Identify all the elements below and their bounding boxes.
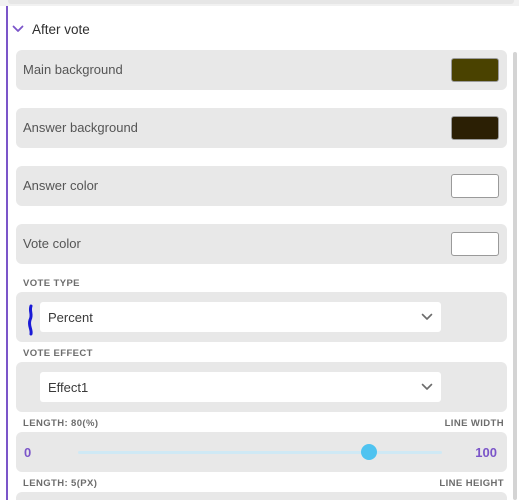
vote-color-picker[interactable] <box>451 232 499 256</box>
scrollbar[interactable] <box>513 52 517 500</box>
length-px-row <box>16 492 507 500</box>
section-toggle[interactable]: After vote <box>12 18 90 40</box>
main-background-row: Main background <box>16 50 507 90</box>
section-title: After vote <box>32 21 90 37</box>
length-slider-row: 0 100 <box>16 432 507 472</box>
vote-color-row: Vote color <box>16 224 507 264</box>
line-height-caption: LINE HEIGHT <box>439 478 504 489</box>
annotation-scribble <box>27 304 33 336</box>
slider-min-value: 0 <box>24 445 32 460</box>
vote-color-label: Vote color <box>23 236 81 251</box>
previous-section-edge <box>0 0 519 6</box>
previous-section-panel <box>8 0 514 4</box>
vote-type-row: Percent <box>16 292 507 342</box>
length-slider-track[interactable] <box>78 444 442 460</box>
line-width-caption: LINE WIDTH <box>444 418 504 429</box>
vote-effect-row: Effect1 <box>16 362 507 412</box>
answer-background-row: Answer background <box>16 108 507 148</box>
chevron-down-icon <box>421 383 433 390</box>
length-caption: LENGTH: 80(%) <box>23 418 99 429</box>
length-slider-thumb[interactable] <box>361 444 378 460</box>
length-px-caption: LENGTH: 5(PX) <box>23 478 98 489</box>
chevron-down-icon <box>421 313 433 320</box>
slider-max-value: 100 <box>475 445 497 460</box>
vote-effect-value: Effect1 <box>48 380 89 395</box>
section-accent-bar <box>6 6 8 500</box>
chevron-down-icon <box>12 25 24 32</box>
vote-type-caption: VOTE TYPE <box>23 278 80 289</box>
answer-background-label: Answer background <box>23 120 138 135</box>
answer-color-label: Answer color <box>23 178 99 193</box>
main-background-label: Main background <box>23 62 123 77</box>
answer-background-color-picker[interactable] <box>451 116 499 140</box>
main-background-color-picker[interactable] <box>451 58 499 82</box>
answer-color-row: Answer color <box>16 166 507 206</box>
vote-type-value: Percent <box>48 310 93 325</box>
vote-effect-select[interactable]: Effect1 <box>40 372 441 402</box>
vote-type-select[interactable]: Percent <box>40 302 441 332</box>
answer-color-picker[interactable] <box>451 174 499 198</box>
vote-effect-caption: VOTE EFFECT <box>23 348 93 359</box>
